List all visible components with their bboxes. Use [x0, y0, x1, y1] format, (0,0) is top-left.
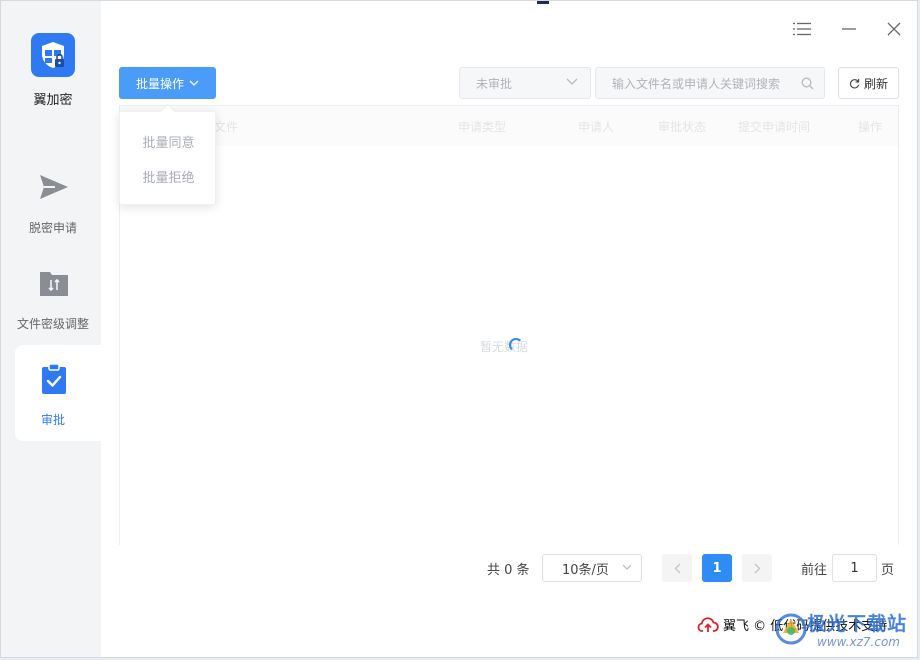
chevron-down-icon [189, 80, 199, 86]
sidebar-item-file-level-adjust[interactable]: 文件密级调整 [15, 249, 101, 345]
page-suffix-label: 页 [881, 563, 895, 578]
page-size-value: 10条/页 [562, 562, 609, 578]
approval-status-value: 未审批 [476, 76, 513, 91]
goto-page-input[interactable] [832, 554, 877, 582]
loading-spinner-icon [509, 338, 523, 352]
page-size-select[interactable]: 10条/页 [542, 554, 642, 582]
search-placeholder: 输入文件名或申请人关键词搜索 [612, 76, 781, 91]
close-icon[interactable] [884, 19, 904, 39]
sidebar-item-label: 文件密级调整 [16, 317, 89, 331]
menu-item-batch-approve[interactable]: 批量同意 [120, 132, 217, 151]
app-name: 翼加密 [33, 93, 73, 108]
app-window: 翼加密 脱密申请 文件密级调整 审批 批量操作 未审批 输入文件名或申请人关键词… [0, 0, 918, 658]
column-header: 提交申请时间 [738, 120, 811, 134]
clipboard-check-icon [38, 363, 70, 395]
title-strip [1, 1, 917, 4]
goto-label: 前往 [801, 563, 828, 578]
menu-item-batch-reject[interactable]: 批量拒绝 [120, 167, 217, 186]
send-icon [38, 171, 70, 203]
column-header: 申请人 [578, 120, 615, 134]
sidebar-item-label: 审批 [40, 413, 65, 427]
chevron-right-icon [754, 563, 760, 573]
menu-icon[interactable] [792, 19, 812, 39]
shield-lock-icon [42, 42, 64, 68]
folder-adjust-icon [38, 267, 70, 299]
watermark-title: 极光下载站 [807, 613, 908, 635]
table-header: 文件 申请类型 申请人 审批状态 提交申请时间 操作 [120, 106, 898, 146]
approval-status-select[interactable]: 未审批 [459, 67, 591, 99]
chevron-down-icon [622, 564, 632, 570]
sidebar: 翼加密 脱密申请 文件密级调整 审批 [1, 1, 101, 657]
column-header: 操作 [858, 120, 883, 134]
chevron-left-icon [674, 563, 680, 573]
refresh-button[interactable]: 刷新 [838, 67, 899, 99]
sidebar-item-declassify-request[interactable]: 脱密申请 [15, 153, 101, 249]
column-header: 审批状态 [658, 120, 707, 134]
page-number-button[interactable]: 1 [702, 554, 732, 582]
sidebar-item-approval[interactable]: 审批 [15, 345, 101, 441]
batch-operation-button[interactable]: 批量操作 [119, 67, 216, 99]
watermark-url: www.xz7.com [817, 635, 900, 649]
prev-page-button[interactable] [662, 554, 692, 582]
batch-operation-label: 批量操作 [135, 76, 184, 91]
batch-operation-menu: 批量同意 批量拒绝 [119, 111, 216, 205]
app-logo [31, 33, 75, 77]
refresh-icon [849, 78, 860, 88]
refresh-label: 刷新 [863, 76, 888, 91]
approval-table: 文件 申请类型 申请人 审批状态 提交申请时间 操作 暂无数据 [119, 105, 899, 545]
watermark-logo-icon [775, 613, 807, 645]
watermark: 极光下载站 www.xz7.com [773, 607, 913, 653]
search-input[interactable]: 输入文件名或申请人关键词搜索 [595, 67, 825, 99]
cloud-upload-icon [697, 616, 719, 632]
sidebar-item-label: 脱密申请 [28, 221, 77, 235]
column-header: 申请类型 [458, 120, 507, 134]
minimize-icon[interactable] [839, 19, 859, 39]
search-icon [801, 77, 814, 90]
chevron-down-icon [566, 78, 578, 85]
next-page-button[interactable] [742, 554, 772, 582]
column-header: 文件 [214, 120, 239, 134]
total-count: 共 0 条 [487, 563, 530, 578]
